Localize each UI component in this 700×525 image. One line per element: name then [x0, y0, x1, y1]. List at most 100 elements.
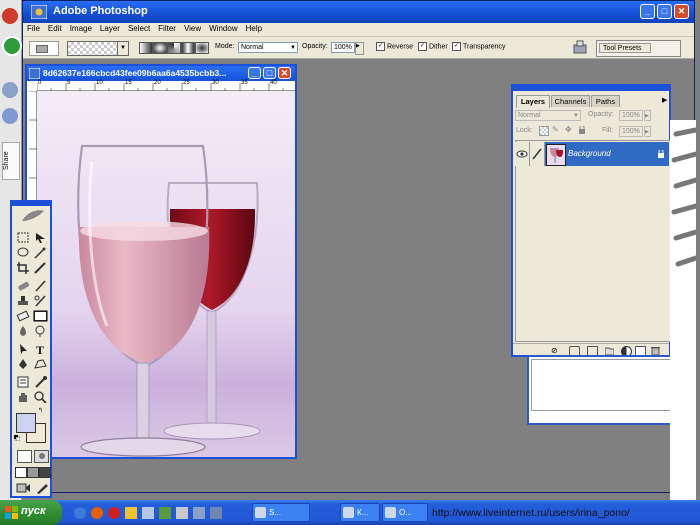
opera-icon[interactable]: [108, 507, 120, 519]
chevron-right-icon[interactable]: ▶: [644, 110, 651, 121]
file-browser-icon[interactable]: [573, 39, 587, 55]
tool-presets-tab[interactable]: Tool Presets: [599, 43, 651, 53]
taskbar-button[interactable]: К...: [340, 503, 380, 522]
notes-tool-icon[interactable]: [16, 376, 31, 388]
app-icon[interactable]: [142, 507, 154, 519]
marquee-tool-icon[interactable]: [16, 232, 31, 244]
transparency-checkbox[interactable]: ✓: [452, 42, 461, 51]
trash-icon[interactable]: [651, 346, 660, 356]
jump-to-imageready-icon[interactable]: [16, 482, 31, 494]
full-screen-menu-mode-icon[interactable]: [27, 467, 39, 478]
reverse-option[interactable]: ✓ Reverse: [376, 42, 413, 51]
new-group-icon[interactable]: [604, 346, 615, 356]
start-button[interactable]: пуск: [0, 500, 62, 525]
menu-layer[interactable]: Layer: [96, 23, 124, 33]
tab-paths[interactable]: Paths: [591, 95, 620, 107]
pen-tool-icon[interactable]: [16, 358, 31, 370]
history-brush-tool-icon[interactable]: [33, 295, 48, 307]
linear-gradient-icon[interactable]: [139, 42, 153, 54]
clone-stamp-tool-icon[interactable]: [16, 295, 31, 307]
opacity-input[interactable]: 100%: [331, 42, 355, 53]
menu-help[interactable]: Help: [242, 23, 266, 33]
foreground-color-swatch[interactable]: [16, 413, 36, 433]
dither-checkbox[interactable]: ✓: [418, 42, 427, 51]
tab-channels[interactable]: Channels: [551, 95, 590, 107]
status-url[interactable]: http://www.liveinternet.ru/users/irina_p…: [432, 504, 700, 522]
app-icon[interactable]: [193, 507, 205, 519]
move-tool-icon[interactable]: [33, 232, 48, 244]
firefox-icon[interactable]: [91, 507, 103, 519]
menu-window[interactable]: Window: [205, 23, 241, 33]
app-icon[interactable]: [176, 507, 188, 519]
search-icon[interactable]: [2, 108, 18, 124]
dither-option[interactable]: ✓ Dither: [418, 42, 448, 51]
shape-tool-icon[interactable]: [33, 358, 48, 370]
tab-layers[interactable]: Layers: [516, 95, 550, 108]
menu-filter[interactable]: Filter: [154, 23, 180, 33]
blend-mode-select[interactable]: Normal ▼: [515, 110, 581, 121]
app-icon[interactable]: [159, 507, 171, 519]
palette-menu-icon[interactable]: ▶: [662, 96, 667, 104]
swap-colors-icon[interactable]: ↰: [38, 408, 44, 414]
full-screen-mode-icon[interactable]: [39, 467, 51, 478]
tools-icon[interactable]: [2, 82, 18, 98]
gradient-tool-icon[interactable]: [33, 310, 48, 322]
transparency-option[interactable]: ✓ Transparency: [452, 42, 506, 51]
link-layers-icon[interactable]: ⊘: [551, 346, 560, 355]
layer-opacity-input[interactable]: 100%: [619, 110, 643, 121]
chevron-right-icon[interactable]: ▶: [644, 126, 651, 137]
lock-transparency-icon[interactable]: [539, 126, 549, 136]
lock-all-icon[interactable]: [578, 125, 586, 134]
doc-close-button[interactable]: ✕: [278, 67, 291, 79]
healing-brush-tool-icon[interactable]: [16, 280, 31, 292]
chevron-right-icon[interactable]: ▶: [355, 42, 364, 55]
angle-gradient-icon[interactable]: [167, 42, 181, 54]
minimize-button[interactable]: _: [640, 4, 655, 19]
magic-wand-tool-icon[interactable]: [33, 247, 48, 259]
app-icon[interactable]: [125, 507, 137, 519]
reflected-gradient-icon[interactable]: [181, 42, 195, 54]
default-colors-icon[interactable]: [14, 434, 21, 442]
standard-mode-icon[interactable]: [17, 450, 32, 463]
taskbar-button[interactable]: О...: [382, 503, 428, 522]
close-button[interactable]: ✕: [674, 4, 689, 19]
zoom-tool-icon[interactable]: [33, 391, 48, 403]
menu-select[interactable]: Select: [124, 23, 154, 33]
lasso-tool-icon[interactable]: [16, 247, 31, 259]
back-arrow-icon[interactable]: [2, 36, 22, 56]
quick-mask-mode-icon[interactable]: [34, 450, 49, 463]
app-icon[interactable]: [210, 507, 222, 519]
layer-row-background[interactable]: Background: [515, 142, 669, 166]
layers-palette-titlebar[interactable]: [513, 86, 669, 91]
blur-tool-icon[interactable]: [16, 325, 31, 337]
fill-input[interactable]: 100%: [619, 126, 643, 137]
radial-gradient-icon[interactable]: [153, 42, 167, 54]
share-button[interactable]: Share: [2, 142, 20, 180]
hand-tool-icon[interactable]: [16, 391, 31, 403]
browser-icon[interactable]: [2, 8, 18, 24]
lock-position-icon[interactable]: ✥: [565, 126, 573, 134]
toolbox-titlebar[interactable]: [12, 202, 50, 206]
tool-preset-picker[interactable]: [29, 41, 59, 56]
eyedropper-tool-icon[interactable]: [33, 376, 48, 388]
brush-tool-icon[interactable]: [33, 280, 48, 292]
menu-file[interactable]: File: [23, 23, 44, 33]
menu-edit[interactable]: Edit: [44, 23, 66, 33]
diamond-gradient-icon[interactable]: [195, 42, 209, 54]
layer-visibility-eye-icon[interactable]: [515, 142, 530, 166]
crop-tool-icon[interactable]: [16, 262, 31, 274]
standard-screen-mode-icon[interactable]: [15, 467, 27, 478]
image-canvas[interactable]: [37, 91, 295, 457]
chevron-down-icon[interactable]: ▼: [117, 41, 129, 56]
dodge-tool-icon[interactable]: [33, 325, 48, 337]
doc-minimize-button[interactable]: _: [248, 67, 261, 79]
eraser-tool-icon[interactable]: [16, 310, 31, 322]
maximize-button[interactable]: □: [657, 4, 672, 19]
slice-tool-icon[interactable]: [33, 262, 48, 274]
browser-icon[interactable]: [74, 507, 86, 519]
taskbar-button[interactable]: S...: [252, 503, 310, 522]
reverse-checkbox[interactable]: ✓: [376, 42, 385, 51]
edit-icon[interactable]: [35, 482, 50, 494]
mode-select[interactable]: Normal ▼: [238, 42, 298, 53]
menu-image[interactable]: Image: [66, 23, 96, 33]
